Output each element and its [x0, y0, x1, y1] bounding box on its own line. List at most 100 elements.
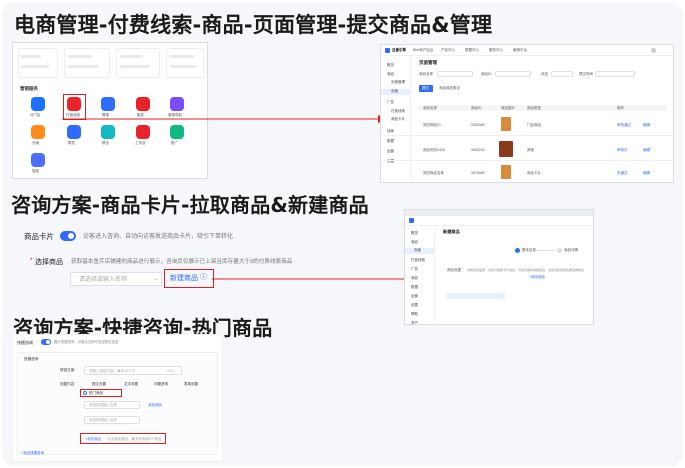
hot-products-radio-label[interactable]: 热门商品 [89, 391, 103, 396]
sidebar-item[interactable]: 运营 [387, 149, 394, 154]
table-header-cell: 商品图片 [501, 106, 515, 110]
edit-link[interactable]: 编辑 [643, 171, 650, 176]
sidebar-item[interactable]: 数据 [387, 139, 394, 144]
filter-status-select[interactable] [551, 71, 573, 77]
radio-icon[interactable] [83, 391, 87, 395]
sidebar-item[interactable]: 商品 [411, 276, 418, 281]
nav-item[interactable]: 数据中心 [465, 48, 479, 53]
cell-name: 商品测试0428 [423, 148, 445, 152]
cell-id: 2333455 [471, 123, 485, 127]
sidebar-item-active[interactable]: 页面 [414, 248, 421, 253]
app-label: 智能 [32, 169, 39, 173]
sidebar-item[interactable]: 资产 [411, 321, 418, 324]
add-product-link[interactable]: 添加商品 [148, 403, 162, 408]
product-select-1[interactable]: 请选择或输入名称 [84, 401, 140, 409]
sidebar-item[interactable]: 广告 [387, 100, 394, 105]
product-select-2[interactable]: 请选择或输入名称 [84, 416, 140, 424]
submit-button-label: 提交 [422, 86, 429, 90]
button-text-input[interactable]: 请输入按钮文案，最多16个字 0/16 [84, 366, 182, 375]
app-icon-smart[interactable] [31, 153, 45, 167]
card-toggle[interactable] [60, 231, 76, 241]
sidebar-item[interactable]: 页面管理 [391, 80, 405, 85]
cell-name: 测试商品名称 [423, 171, 444, 175]
product-thumbnail [501, 117, 511, 131]
content-label: 回复内容 [60, 382, 75, 386]
quick-panel: 快捷咨询 按钮文案 请输入按钮文案，最多16个字 0/16 回复内容 图文设置 … [17, 352, 218, 455]
cell-status[interactable]: 审核通过 [617, 123, 631, 128]
quick-toggle-label: 快捷咨询 [17, 340, 33, 345]
help-icon[interactable]: ⓘ [200, 274, 207, 281]
add-product-bar-link[interactable]: +添加商品 [85, 437, 101, 442]
filter-label: 商品名称 [419, 72, 433, 76]
edit-link[interactable]: 编辑 [643, 148, 650, 153]
app-icon-push[interactable] [101, 97, 115, 111]
product-select[interactable]: 请选择或输入名称 ⌄ [70, 272, 162, 286]
filter-label: 提交时间 [579, 72, 593, 76]
apps-section-label: 营销服务 [20, 86, 38, 91]
app-label: 分门店 [30, 113, 41, 117]
app-icon-store[interactable] [31, 97, 45, 111]
sidebar-item[interactable]: 帮助 [411, 312, 418, 317]
sidebar-item[interactable]: 设置 [411, 303, 418, 308]
app-icon-fission[interactable] [136, 97, 150, 111]
app-label: 工作台 [135, 141, 146, 145]
tab-question[interactable]: 问题咨询 [154, 382, 168, 387]
new-product-screenshot: 概览 商品 页面 付费线索 广告 商品 数据 运营 设置 帮助 资产 新建商品 … [404, 209, 594, 325]
table-header-cell: 商品ID [471, 106, 482, 110]
select-placeholder: 请选择或输入名称 [89, 403, 117, 407]
filter-label: 商品ID [481, 72, 492, 76]
sidebar-item[interactable]: 概览 [411, 231, 418, 236]
add-category-link[interactable]: 添加商品类目 [439, 86, 460, 91]
sidebar-item[interactable]: 广告 [411, 267, 418, 272]
nav-item[interactable]: 产品中心 [441, 48, 455, 53]
brand-logo [385, 48, 390, 53]
sidebar-item-active[interactable]: 页面 [391, 89, 398, 94]
tab-image-text[interactable]: 图文设置 [92, 382, 106, 387]
sidebar-item[interactable]: 商品 [411, 240, 418, 245]
edit-link[interactable]: 编辑 [643, 123, 650, 128]
cell-status[interactable]: 未通过 [617, 171, 628, 176]
nav-item[interactable]: 营销平台 [513, 48, 527, 53]
sidebar-item[interactable]: 线索 [387, 129, 394, 134]
filter-time-input[interactable] [595, 71, 635, 77]
filter-id-input[interactable] [495, 71, 531, 77]
step-label: 商品详情 [564, 248, 578, 252]
sidebar-item[interactable]: 付费线索 [411, 258, 425, 263]
app-icon-distribution[interactable] [31, 125, 45, 139]
create-product-button[interactable]: 新建商品 [170, 275, 198, 282]
table-header [417, 105, 667, 111]
sidebar-item[interactable]: 商品卡片 [391, 117, 405, 122]
app-icon-nav[interactable] [170, 97, 184, 111]
tab-text[interactable]: 文字设置 [124, 382, 138, 387]
quick-consult-screenshot: 快捷咨询 展示快捷咨询，访客点击即可发送相应信息 快捷咨询 按钮文案 请输入按钮… [12, 334, 223, 462]
char-count: 0/16 [167, 369, 174, 373]
text-label: 按钮文案 [60, 368, 75, 372]
product-thumbnail [501, 165, 511, 179]
brand-logo [409, 218, 414, 223]
step-2-dot [557, 248, 562, 253]
brand-name: 巨量引擎 [392, 48, 406, 52]
avatar[interactable] [651, 48, 656, 53]
cell-status[interactable]: 审核中 [617, 148, 628, 153]
quick-toggle[interactable] [41, 339, 51, 345]
sidebar-item[interactable]: 商品 [387, 72, 394, 77]
sidebar-item[interactable]: 概览 [387, 63, 394, 68]
add-product-bar-desc: 点击添加商品，最多可添加5个商品 [107, 436, 162, 441]
sidebar-item[interactable]: 数据 [411, 285, 418, 290]
add-product-bar[interactable]: +添加商品 点击添加商品，最多可添加5个商品 [80, 433, 166, 444]
filter-label: 状态 [541, 72, 548, 76]
tab-form[interactable]: 表单设置 [184, 382, 198, 387]
filter-name-input[interactable] [437, 71, 473, 77]
slide-frame: 电商管理-付费线索-商品-页面管理-提交商品&管理 咨询方案-商品卡片-拉取商品… [2, 2, 683, 466]
brand-sub: Bbb商户后台 [413, 48, 434, 52]
step-1-dot [515, 248, 520, 253]
sidebar-item[interactable]: 运营 [411, 294, 418, 299]
heading-product-card: 咨询方案-商品卡片-拉取商品&新建商品 [11, 193, 369, 217]
add-product-link[interactable]: +添加商品 [529, 275, 545, 280]
quick-section-label: 快捷咨询 [24, 357, 39, 361]
nav-item[interactable]: 服务中心 [489, 48, 503, 53]
arrow-to-new-product [212, 275, 414, 283]
app-label: 推广 [171, 141, 178, 145]
sidebar-item[interactable]: 付费线索 [391, 109, 405, 114]
add-quick-consult-link[interactable]: +添加快捷咨询 [21, 451, 44, 456]
